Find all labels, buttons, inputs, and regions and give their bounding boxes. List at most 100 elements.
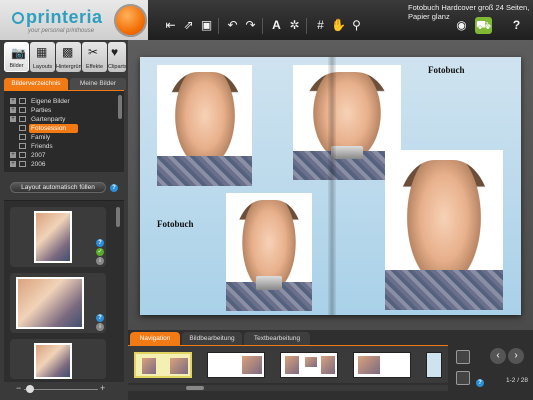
category-cliparts[interactable]: ♥ Cliparts	[108, 42, 126, 72]
next-page-button[interactable]: ›	[508, 348, 524, 364]
logo-tagline: your personal printhouse	[28, 28, 95, 34]
tab-navigation[interactable]: Navigation	[130, 332, 180, 345]
mini-photo	[242, 356, 262, 374]
expand-icon[interactable]: +	[10, 152, 16, 158]
tree-item-selected[interactable]: Fotosession	[10, 124, 114, 133]
folder-icon	[19, 125, 26, 131]
zoom-in-icon[interactable]: +	[100, 383, 105, 393]
slider-track[interactable]	[24, 389, 98, 390]
tab-bildbearbeitung[interactable]: Bildbearbeitung	[182, 332, 242, 345]
folder-icon	[19, 116, 26, 122]
mini-photo	[142, 358, 156, 374]
category-label: Effekte	[85, 64, 104, 70]
undo-icon[interactable]: ↶	[224, 17, 241, 34]
image-thumbnail[interactable]: ? ✓ i	[10, 207, 106, 267]
slider-knob[interactable]	[26, 385, 34, 393]
page-thumbnail[interactable]	[280, 352, 338, 378]
effects-icon[interactable]: ✲	[286, 17, 303, 34]
page-thumbnail-selected[interactable]	[134, 352, 192, 378]
tree-item[interactable]: + Eigene Bilder	[10, 97, 114, 106]
category-bilder[interactable]: 📷 Bilder	[4, 42, 29, 72]
cart-icon[interactable]: ⛟	[475, 17, 492, 34]
remove-page-button[interactable]	[456, 371, 470, 385]
help-icon[interactable]: ?	[476, 379, 484, 387]
folder-icon	[19, 152, 26, 158]
expand-icon[interactable]: +	[10, 116, 16, 122]
thumbnail-zoom-slider[interactable]: − +	[0, 383, 128, 395]
category-effekte[interactable]: ✂ Effekte	[82, 42, 107, 72]
page-strip-scrollbar[interactable]	[128, 385, 448, 391]
cliparts-icon: ♥	[111, 45, 119, 59]
left-page-text[interactable]: Fotobuch	[157, 219, 194, 229]
undo-all-icon[interactable]: ⇤	[162, 17, 179, 34]
category-layouts[interactable]: ▦ Layouts	[30, 42, 55, 72]
image-thumbnail[interactable]	[10, 339, 106, 379]
page-thumbnail[interactable]	[207, 352, 265, 378]
save-icon[interactable]: ▣	[198, 17, 215, 34]
previous-page-button[interactable]: ‹	[490, 348, 506, 364]
main-menu-button[interactable]	[114, 4, 147, 37]
expand-icon[interactable]: +	[10, 107, 16, 113]
tree-item[interactable]: Friends	[10, 142, 114, 151]
category-label: Cliparts	[108, 64, 126, 70]
export-icon[interactable]: ⇗	[180, 17, 197, 34]
page-counter: 1-2 / 28	[506, 377, 529, 384]
photo-shirt	[385, 270, 503, 310]
help-icon[interactable]: ?	[96, 314, 104, 322]
tree-item[interactable]: + Gartenparty	[10, 115, 114, 124]
page-photo[interactable]	[226, 193, 312, 311]
hand-icon[interactable]: ✋	[330, 17, 347, 34]
mini-photo	[321, 356, 335, 374]
zoom-out-icon[interactable]: −	[16, 383, 21, 393]
tree-item-label: Eigene Bilder	[31, 98, 70, 105]
add-page-button[interactable]	[456, 350, 470, 364]
effects-icon: ✂	[88, 45, 99, 59]
autofill-layout-button[interactable]: Layout automatisch füllen	[10, 182, 106, 193]
zoom-icon[interactable]: ⚲	[348, 17, 365, 34]
category-hintergruende[interactable]: ▩ Hintergründe	[56, 42, 81, 72]
tree-item[interactable]: Family	[10, 133, 114, 142]
tree-item[interactable]: + 2006	[10, 160, 114, 169]
right-page-text[interactable]: Fotobuch	[428, 65, 465, 75]
editor-canvas: Fotobuch Fotobuch	[128, 40, 533, 330]
page-photo[interactable]	[157, 65, 252, 186]
layouts-icon: ▦	[36, 45, 48, 59]
expand-icon[interactable]: +	[10, 98, 16, 104]
tree-item-label: Friends	[31, 143, 53, 150]
page-thumbnail[interactable]	[353, 352, 411, 378]
tab-bilderverzeichnis[interactable]: Bilderverzeichnis	[4, 78, 68, 90]
category-label: Hintergründe	[56, 64, 81, 70]
bottom-tabs: Navigation Bildbearbeitung Textbearbeitu…	[128, 332, 388, 345]
image-thumbnail[interactable]: ? i	[10, 273, 106, 333]
folder-icon	[19, 107, 26, 113]
info-icon[interactable]: i	[96, 323, 104, 331]
mini-photo	[358, 356, 380, 374]
toolbar-separator	[218, 18, 219, 34]
help-icon[interactable]: ?	[110, 184, 118, 192]
expand-icon[interactable]: +	[10, 161, 16, 167]
page-navigation-strip	[128, 345, 448, 383]
info-icon[interactable]: i	[96, 257, 104, 265]
folder-icon	[19, 143, 26, 149]
page-photo[interactable]	[385, 150, 503, 310]
thumbnail-photo	[16, 277, 84, 329]
help-icon[interactable]: ?	[96, 239, 104, 247]
left-panel: 📷 Bilder ▦ Layouts ▩ Hintergründe ✂ Effe…	[0, 40, 128, 400]
grid-icon[interactable]: #	[312, 17, 329, 34]
tab-textbearbeitung[interactable]: Textbearbeitung	[244, 332, 310, 345]
preview-icon[interactable]: ◉	[453, 17, 470, 34]
page-thumbnail[interactable]	[426, 352, 442, 378]
redo-icon[interactable]: ↷	[242, 17, 259, 34]
tree-item[interactable]: + Parties	[10, 106, 114, 115]
logo-mark-icon	[12, 12, 24, 24]
thumbnail-scrollbar[interactable]	[116, 207, 120, 227]
tab-meine-bilder[interactable]: Meine Bilder	[70, 78, 126, 90]
help-icon[interactable]: ?	[508, 17, 525, 34]
mini-photo	[305, 357, 317, 367]
bottom-panel: Navigation Bildbearbeitung Textbearbeitu…	[128, 330, 533, 400]
text-add-icon[interactable]: A	[268, 17, 285, 34]
tree-item[interactable]: + 2007	[10, 151, 114, 160]
tree-item-label: 2006	[31, 161, 46, 168]
scrollbar-thumb[interactable]	[186, 386, 204, 390]
tree-scrollbar[interactable]	[118, 95, 122, 119]
